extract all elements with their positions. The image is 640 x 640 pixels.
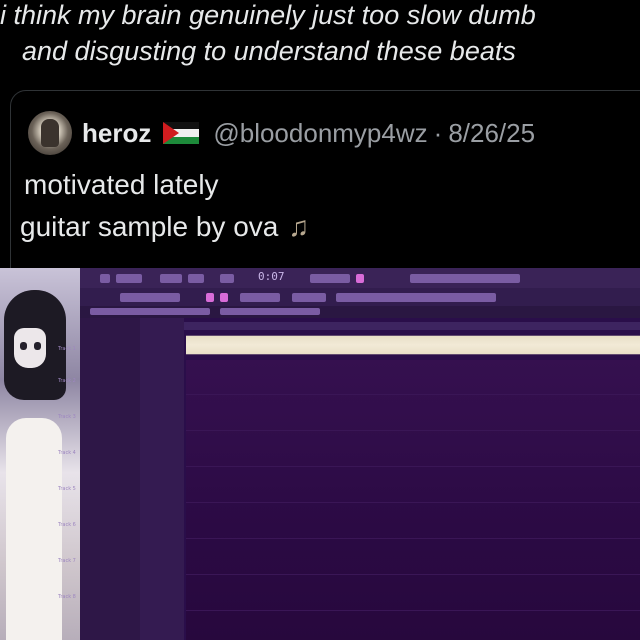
daw-stop-button[interactable] xyxy=(188,274,204,283)
quoted-body-line-1: motivated lately xyxy=(24,169,219,200)
anime-dress xyxy=(6,418,62,640)
playlist-grid-line xyxy=(186,394,640,395)
daw-mixer-button[interactable] xyxy=(220,293,228,302)
daw-play-button[interactable] xyxy=(160,274,182,283)
audio-clip-waveform[interactable] xyxy=(186,330,640,360)
track-label[interactable]: Track 2 xyxy=(58,378,86,384)
daw-timeline-ruler[interactable] xyxy=(184,322,640,330)
track-label[interactable]: Track 7 xyxy=(58,558,86,564)
daw-main-toolbar: 0:07 xyxy=(80,268,640,288)
quoted-post-body: motivated lately guitar sample by ova ♫ xyxy=(20,164,620,248)
daw-time-readout: 0:07 xyxy=(258,270,285,283)
avatar[interactable] xyxy=(28,111,72,155)
daw-pattern-picker[interactable] xyxy=(240,293,280,302)
user-handle[interactable]: @bloodonmyp4wz xyxy=(213,118,427,149)
screenshot: i think my brain genuinely just too slow… xyxy=(0,0,640,640)
daw-playlist-tools[interactable] xyxy=(90,308,210,315)
daw-tempo-field[interactable] xyxy=(292,293,326,302)
track-label[interactable]: Track 4 xyxy=(58,450,86,456)
daw-browser-controls[interactable] xyxy=(120,293,180,302)
daw-secondary-toolbar xyxy=(80,288,640,306)
daw-tool-icons[interactable] xyxy=(410,274,520,283)
anime-face xyxy=(14,328,46,368)
daw-channel-rack-button[interactable] xyxy=(206,293,214,302)
track-label[interactable]: Track 5 xyxy=(58,486,86,492)
display-name[interactable]: heroz xyxy=(82,118,151,149)
daw-cpu-meter xyxy=(310,274,350,283)
playlist-grid-line xyxy=(186,538,640,539)
track-label[interactable]: Track 3 xyxy=(58,414,86,420)
daw-menu-button[interactable] xyxy=(100,274,110,283)
playlist-grid-line xyxy=(186,610,640,611)
track-label[interactable]: Track 6 xyxy=(58,522,86,528)
playlist-grid-line xyxy=(186,574,640,575)
anime-eye-right xyxy=(34,342,41,350)
anime-eye-left xyxy=(20,342,27,350)
post-text-line-2: and disgusting to understand these beats xyxy=(22,36,516,66)
palestine-flag-icon xyxy=(163,122,200,144)
quoted-body-line-2-text: guitar sample by ova xyxy=(20,211,279,242)
daw-playlist-title xyxy=(220,308,320,315)
quoted-post-header: heroz @bloodonmyp4wz · 8/26/25 xyxy=(82,113,535,153)
daw-pattern-selector[interactable] xyxy=(116,274,142,283)
daw-playlist-area[interactable] xyxy=(186,360,640,640)
daw-window-icons[interactable] xyxy=(336,293,496,302)
daw-track-list xyxy=(80,318,141,640)
quoted-body-line-2: guitar sample by ova ♫ xyxy=(20,206,620,248)
post-text-line-1: i think my brain genuinely just too slow… xyxy=(0,0,536,30)
post-date[interactable]: 8/26/25 xyxy=(448,118,535,149)
music-notes-icon: ♫ xyxy=(288,211,310,242)
daw-playlist-header xyxy=(80,306,640,318)
track-label[interactable]: Track 8 xyxy=(58,594,86,600)
playlist-grid-line xyxy=(186,466,640,467)
daw-record-button[interactable] xyxy=(220,274,234,283)
post-text: i think my brain genuinely just too slow… xyxy=(0,0,640,69)
playlist-grid-line xyxy=(186,430,640,431)
playlist-grid-line xyxy=(186,502,640,503)
track-label[interactable]: Track 1 xyxy=(58,346,86,352)
avatar-figure xyxy=(41,119,59,147)
daw-track-headers xyxy=(140,318,184,640)
daw-snap-button[interactable] xyxy=(356,274,364,283)
separator-dot: · xyxy=(433,117,443,148)
media-daw-screenshot[interactable]: 0:07 Track 1 Track 2 Track 3 Track 4 Tra… xyxy=(0,268,640,640)
